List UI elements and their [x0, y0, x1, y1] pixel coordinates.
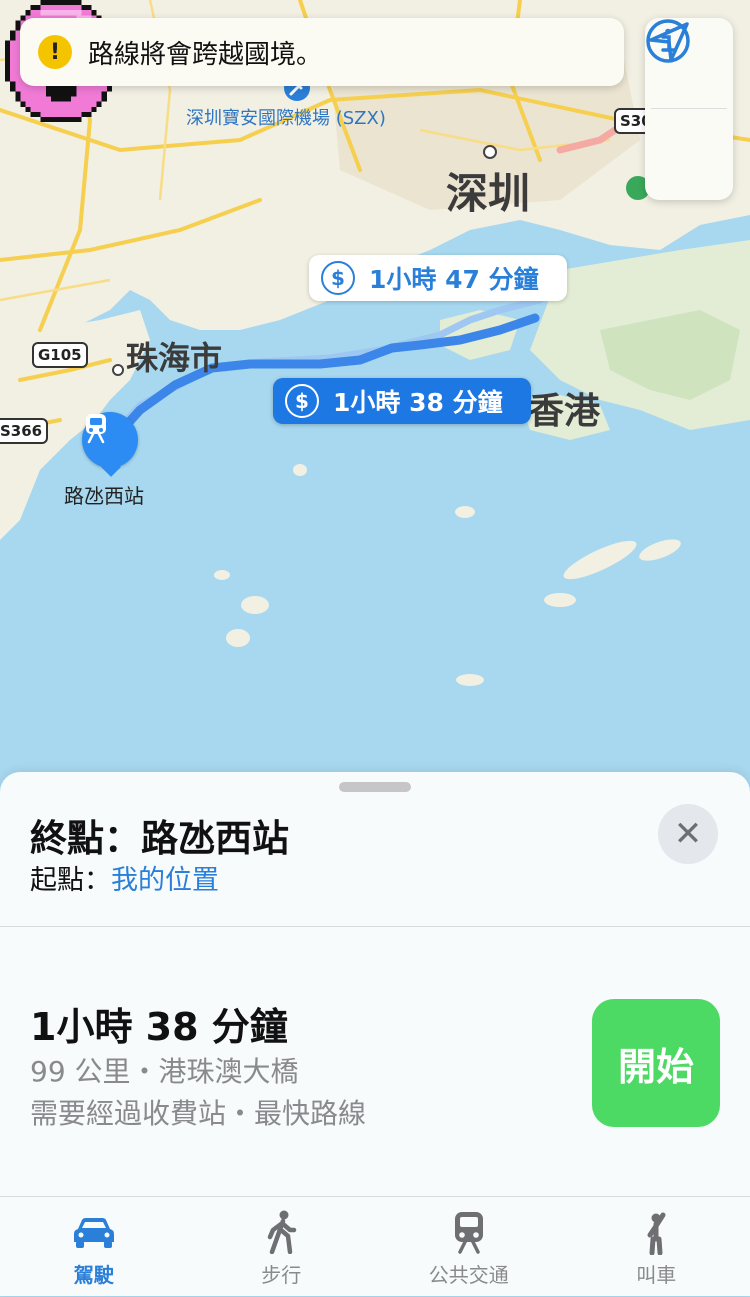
map-controls	[645, 18, 733, 200]
sheet-grabber[interactable]	[339, 782, 411, 792]
tab-ride[interactable]: 叫車	[563, 1197, 750, 1297]
alternate-route-bubble[interactable]: $ 1小時 47 分鐘	[309, 255, 567, 301]
current-location-button[interactable]	[645, 109, 733, 199]
border-warning-banner[interactable]: ! 路線將會跨越國境。	[20, 18, 624, 86]
origin-link[interactable]: 我的位置	[111, 865, 219, 896]
tab-walk-label: 步行	[261, 1259, 301, 1288]
train-icon	[452, 1210, 486, 1254]
exclamation-icon: !	[38, 35, 72, 69]
tab-ride-label: 叫車	[636, 1259, 676, 1288]
destination-title: 終點：路氹西站	[30, 808, 289, 862]
shenzhen-label: 深圳	[446, 160, 530, 221]
road-shield-s366: S366	[0, 418, 48, 444]
station-label: 路氹西站	[64, 480, 144, 509]
tab-transit[interactable]: 公共交通	[375, 1197, 563, 1297]
tab-drive-label: 駕駛	[74, 1259, 114, 1288]
car-icon	[72, 1215, 116, 1249]
road-shield-g105: G105	[32, 342, 88, 368]
tab-drive[interactable]: 駕駛	[0, 1197, 188, 1297]
alternate-route-time: 1小時 47 分鐘	[369, 260, 539, 296]
border-warning-text: 路線將會跨越國境。	[88, 34, 322, 71]
start-button[interactable]: 開始	[592, 999, 720, 1127]
location-arrow-icon	[645, 18, 693, 66]
close-icon: ✕	[674, 814, 703, 854]
route-time: 1小時 38 分鐘	[30, 996, 288, 1051]
main-route-bubble[interactable]: $ 1小時 38 分鐘	[273, 378, 531, 424]
close-button[interactable]: ✕	[658, 804, 718, 864]
transport-tab-bar: 駕駛 步行 公共交通	[0, 1196, 750, 1297]
route-note: 需要經過收費站・最快路線	[30, 1092, 366, 1132]
main-route-time: 1小時 38 分鐘	[333, 383, 503, 419]
tab-walk[interactable]: 步行	[188, 1197, 376, 1297]
dollar-icon: $	[285, 384, 319, 418]
directions-sheet: 終點：路氹西站 起點：我的位置 ✕ 1小時 38 分鐘 99 公里・港珠澳大橋 …	[0, 772, 750, 1296]
origin-row: 起點：我的位置	[30, 858, 219, 897]
hongkong-label: 香港	[528, 382, 600, 434]
tab-transit-label: 公共交通	[429, 1259, 509, 1288]
sheet-divider	[0, 926, 750, 927]
zhuhai-label: 珠海市	[126, 333, 222, 379]
map-view[interactable]: 深圳寶安國際機場 (SZX) 深圳 珠海市 香港 路氹西站 G105 S366 …	[0, 0, 750, 800]
ride-hail-icon	[639, 1209, 673, 1255]
origin-prefix: 起點：	[30, 865, 111, 896]
dollar-icon: $	[321, 261, 355, 295]
walking-icon	[264, 1210, 298, 1254]
airport-label: 深圳寶安國際機場 (SZX)	[186, 104, 386, 130]
train-icon	[82, 412, 110, 444]
route-distance: 99 公里・港珠澳大橋	[30, 1050, 299, 1090]
